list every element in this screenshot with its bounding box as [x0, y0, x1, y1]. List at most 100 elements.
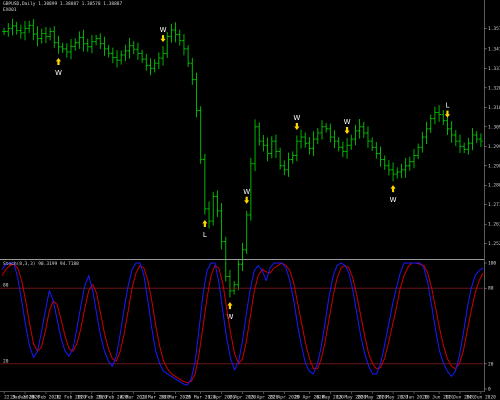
price-bar [274, 134, 278, 158]
arrow-down-icon [444, 110, 451, 118]
price-bar [69, 39, 73, 60]
price-bar [399, 163, 404, 179]
price-bar [395, 167, 400, 179]
price-bar [441, 109, 446, 126]
price-bar [219, 203, 224, 250]
price-tick-label: 1.2520 [488, 241, 500, 247]
price-bar [290, 151, 295, 164]
price-bar [148, 58, 153, 76]
price-bar [236, 258, 241, 291]
price-bar [232, 281, 237, 295]
price-bar [56, 35, 61, 54]
price-bar [244, 210, 249, 254]
price-tick-label: 1.3280 [488, 85, 500, 91]
price-bar [479, 133, 483, 147]
price-bar [106, 44, 111, 58]
arrow-up-icon [390, 185, 396, 193]
arrow-down-icon [344, 127, 350, 135]
arrow-down-icon [160, 35, 166, 43]
price-bar [127, 37, 132, 59]
price-bar [102, 36, 107, 56]
price-bar [207, 201, 211, 229]
price-bar [119, 50, 124, 65]
price-bar [299, 129, 303, 149]
chart-canvas: WWLWWWWWLW 8020 1.35701.34701.33751.3280… [0, 0, 500, 400]
signal-letter: L [203, 231, 207, 239]
level-label-upper: 80 [3, 283, 9, 289]
signal-letter: W [293, 114, 300, 122]
price-bar [240, 242, 245, 272]
price-bar [228, 269, 232, 298]
price-bar [474, 130, 479, 144]
price-bar [315, 128, 320, 145]
price-bar [110, 47, 115, 64]
price-tick-label: 1.2995 [488, 144, 500, 150]
price-bar [453, 130, 458, 147]
price-bar [18, 24, 23, 39]
signal-marker: L [202, 220, 208, 239]
price-bar [60, 42, 65, 53]
price-bar [449, 121, 454, 143]
stoch-signal-line [1, 262, 484, 384]
price-bar [182, 34, 186, 56]
price-bar [282, 160, 287, 176]
signal-letter: W [243, 188, 250, 196]
stoch-main-line [1, 262, 484, 386]
chart-window: GBPUSD,Daily 1.38899 1.38887 1.38578 1.3… [0, 0, 500, 400]
price-bar [94, 34, 98, 46]
stoch-tick-label: 100 [488, 261, 496, 267]
price-bar [10, 18, 15, 36]
signal-marker: W [160, 26, 167, 43]
signal-marker: W [344, 118, 351, 135]
price-bar [44, 26, 48, 44]
price-bar [194, 72, 199, 118]
signal-marker: W [482, 0, 489, 2]
price-bar [177, 29, 182, 46]
price-bar [14, 21, 19, 35]
price-bar [303, 132, 308, 148]
price-bar [165, 32, 170, 58]
price-tick-label: 1.3570 [488, 26, 500, 32]
price-bar [361, 121, 366, 138]
price-bar [144, 53, 149, 71]
price-bar [115, 50, 119, 68]
price-bar [2, 27, 6, 36]
price-bar [269, 136, 274, 159]
arrow-up-icon [227, 302, 233, 310]
signal-letter: L [445, 102, 449, 110]
price-tick-label: 1.3185 [488, 105, 500, 111]
price-bar [35, 26, 40, 47]
signal-letter: W [390, 196, 397, 204]
price-bar [52, 26, 57, 49]
price-bar [370, 137, 375, 151]
price-bar [261, 135, 266, 152]
signal-letter: W [344, 118, 351, 126]
price-bar [64, 43, 69, 58]
price-bar [152, 59, 157, 73]
price-bar [466, 137, 471, 155]
signal-marker: W [293, 114, 300, 130]
stoch-tick-label: 80 [488, 286, 494, 292]
price-bar [136, 42, 140, 60]
price-bar [190, 57, 195, 85]
signal-letter: W [482, 0, 489, 2]
arrow-down-icon [294, 122, 300, 130]
price-bar [23, 20, 27, 41]
price-tick-label: 1.2805 [488, 183, 500, 189]
price-bar [156, 52, 161, 69]
time-tick-label: 24 Jun 2020 [466, 395, 496, 400]
price-bar [349, 134, 354, 150]
price-bar [328, 123, 333, 143]
price-bar [90, 35, 94, 54]
price-bar [357, 119, 362, 139]
price-bar [387, 160, 391, 176]
level-label-lower: 20 [3, 358, 9, 364]
price-bar [278, 147, 283, 170]
price-bar [27, 20, 32, 33]
price-bar [85, 38, 90, 52]
price-bar [345, 137, 349, 159]
price-bar [420, 131, 425, 153]
price-bar [257, 122, 262, 146]
price-bar [374, 141, 379, 159]
price-bar [366, 126, 370, 148]
